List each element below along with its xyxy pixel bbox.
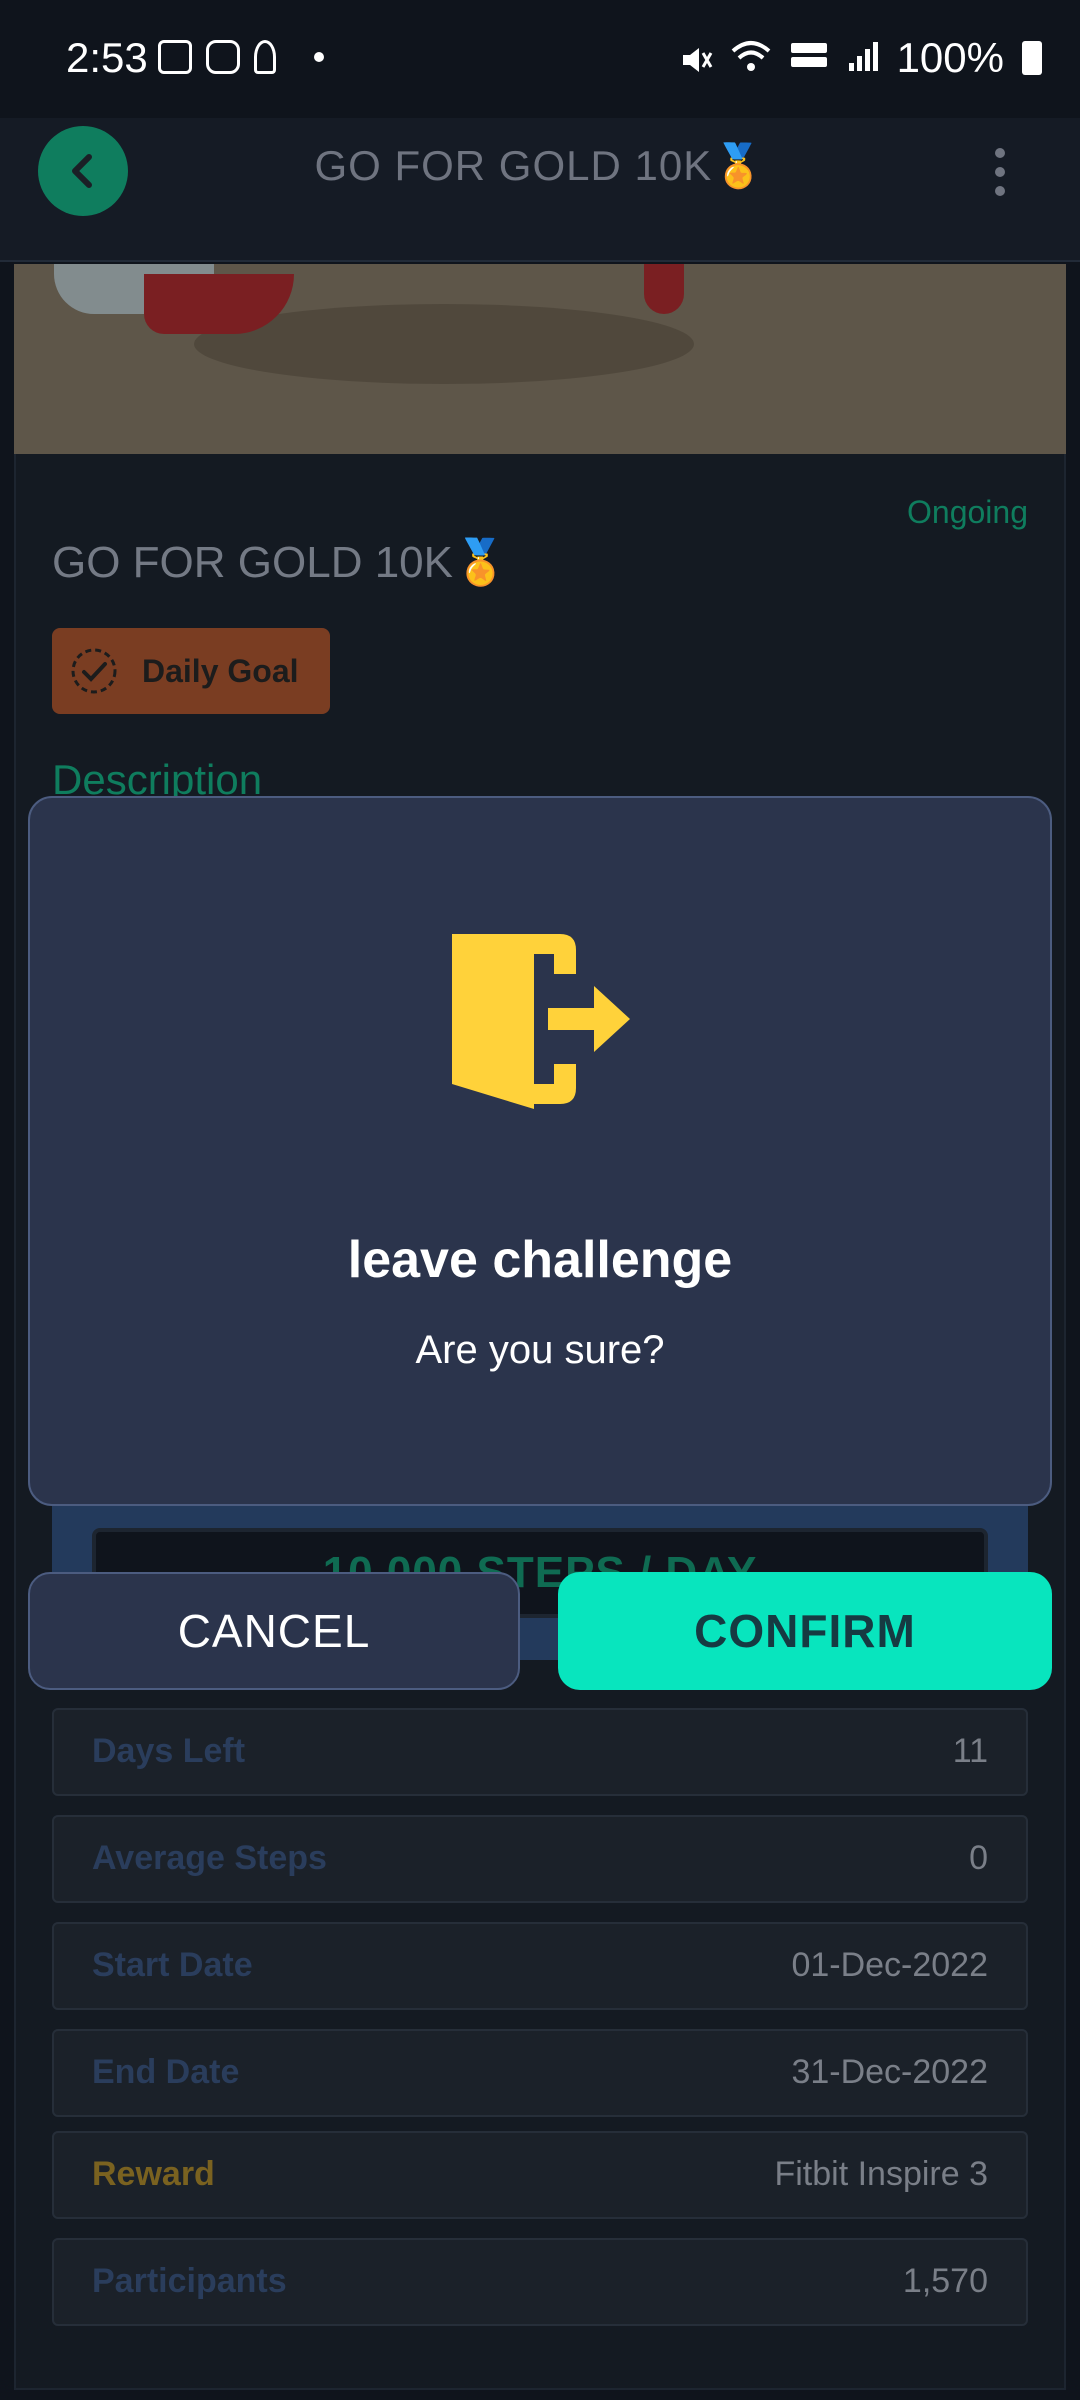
notification-icons (158, 40, 324, 74)
detail-row: Reward Fitbit Inspire 3 (52, 2131, 1028, 2219)
confirm-button[interactable]: CONFIRM (558, 1572, 1052, 1690)
exit-door-icon (452, 934, 630, 1109)
challenge-hero-image (14, 264, 1066, 454)
detail-row: Start Date 01-Dec-2022 (52, 1922, 1028, 2010)
leave-challenge-dialog (28, 796, 1052, 1506)
challenge-title: GO FOR GOLD 10K🏅 (52, 538, 508, 587)
detail-label: Participants (92, 2262, 287, 2300)
goal-type-label: Daily Goal (142, 652, 299, 689)
detail-row: Days Left 11 (52, 1708, 1028, 1796)
more-notifications-dot (314, 52, 324, 62)
detail-value: 1,570 (902, 2262, 988, 2300)
dialog-message: Are you sure? (415, 1328, 665, 1372)
detail-label: Average Steps (92, 1839, 327, 1877)
detail-value: 01-Dec-2022 (791, 1946, 988, 1984)
goal-type-chip: Daily Goal (52, 628, 330, 714)
battery-percent: 100% (896, 34, 1004, 81)
detail-row: Average Steps 0 (52, 1815, 1028, 1903)
battery-icon (1022, 41, 1042, 75)
wifi-icon (731, 39, 771, 78)
more-options-icon[interactable] (990, 148, 1010, 196)
dialog-title: leave challenge (347, 1231, 733, 1289)
detail-label: Reward (92, 2155, 215, 2193)
signal-icon (847, 39, 879, 78)
detail-row: Participants 1,570 (52, 2238, 1028, 2326)
gallery-icon (158, 40, 192, 74)
detail-value: 31-Dec-2022 (791, 2053, 988, 2091)
volte-icon (789, 39, 829, 78)
detail-label: Days Left (92, 1732, 246, 1770)
detail-value: Fitbit Inspire 3 (774, 2155, 988, 2193)
detail-value: 11 (952, 1732, 988, 1770)
check-circle-icon (71, 648, 117, 694)
system-icons: 100% (679, 34, 1042, 82)
mute-icon (679, 43, 713, 73)
detail-value: 0 (969, 1839, 988, 1877)
keyhole-icon (254, 40, 276, 74)
status-bar: 2:53 100% (0, 0, 1080, 118)
detail-row: End Date 31-Dec-2022 (52, 2029, 1028, 2117)
detail-label: Start Date (92, 1946, 253, 1984)
detail-label: End Date (92, 2053, 240, 2091)
app-bar-title: GO FOR GOLD 10K🏅 (314, 142, 766, 189)
cancel-button[interactable]: CANCEL (28, 1572, 520, 1690)
instagram-icon (206, 40, 240, 74)
status-badge: Ongoing (907, 494, 1028, 530)
status-time: 2:53 (66, 34, 148, 81)
